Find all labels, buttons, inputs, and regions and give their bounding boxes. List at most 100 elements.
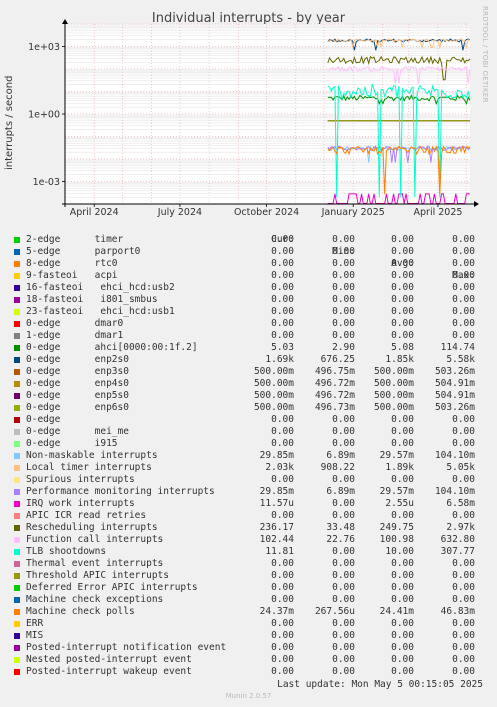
legend-series-name: Thermal event interrupts [26,558,164,569]
legend-avg-value: 0.00 [391,666,414,677]
legend-min-value: 0.00 [332,294,355,305]
legend-series-name: APIC ICR read retries [26,510,147,521]
legend-min-value: 0.00 [332,306,355,317]
legend-min-value: 0.00 [332,234,355,245]
legend-series-name: Machine check exceptions [26,594,164,605]
legend-min-value: 0.00 [332,666,355,677]
legend-cur-value: 0.00 [271,246,294,257]
legend-avg-value: 29.57m [379,450,414,461]
legend-avg-value: 500.00m [373,390,414,401]
legend-row: 0-edge enp5s0 500.00m 496.72m 500.00m 504.91… [12,390,492,402]
legend-row: Posted-interrupt notification event 0.00 0… [12,642,492,654]
legend-max-value: 104.10m [434,486,475,497]
legend-swatch [14,429,20,435]
legend-row: APIC ICR read retries 0.00 0.00 0.00 0.00 [12,510,492,522]
legend-avg-value: 0.00 [391,618,414,629]
legend-max-value: 0.00 [452,570,475,581]
x-tick-label: April 2024 [70,207,119,218]
chart-plot: 1e+03 1e+00 1e-03 April 2024 July 2024 Octob… [28,19,479,218]
legend-swatch [14,597,20,603]
legend-max-value: 0.00 [452,618,475,629]
legend-max-value: 0.00 [452,282,475,293]
y-tick-label: 1e+03 [28,42,60,53]
legend-max-value: 6.58m [446,498,475,509]
legend-cur-value: 0.00 [271,294,294,305]
legend-series-name: 9-fasteoi acpi [26,270,118,281]
legend-series-name: 0-edge enp2s0 [26,354,129,365]
legend-row: 8-edge rtc0 0.00 0.00 0.00 0.00 [12,258,492,270]
legend-min-value: 496.73m [314,402,355,413]
legend-avg-value: 5.08 [391,342,414,353]
legend-row: Deferred Error APIC interrupts 0.00 0.00 0.… [12,582,492,594]
legend-row: 5-edge parport0 0.00 0.00 0.00 0.00 [12,246,492,258]
legend-series-name: 1-edge dmar1 [26,330,124,341]
legend-min-value: 22.76 [326,534,355,545]
x-tick-label: July 2024 [157,207,202,218]
legend-series-name: Rescheduling interrupts [26,522,158,533]
legend-cur-value: 0.00 [271,582,294,593]
legend-cur-value: 500.00m [253,378,294,389]
legend-row: 0-edge i915 0.00 0.00 0.00 0.00 [12,438,492,450]
legend-min-value: 0.00 [332,318,355,329]
legend-series-name: ERR [26,618,44,629]
legend-max-value: 0.00 [452,642,475,653]
legend-max-value: 5.58k [446,354,475,365]
legend-min-value: 496.72m [314,390,355,401]
legend-swatch [14,573,20,579]
legend-series-name: Machine check polls [26,606,135,617]
legend-series-name: MIS [26,630,44,641]
legend-max-value: 503.26m [434,402,475,413]
legend-cur-value: 0.00 [271,426,294,437]
legend-swatch [14,513,20,519]
legend-row: Machine check polls 24.37m 267.56u 24.41m 46… [12,606,492,618]
legend-row: 0-edge enp4s0 500.00m 496.72m 500.00m 504.91… [12,378,492,390]
legend-max-value: 0.00 [452,558,475,569]
legend-avg-value: 0.00 [391,306,414,317]
legend-min-value: 0.00 [332,330,355,341]
legend-swatch [14,609,20,615]
legend-min-value: 0.00 [332,654,355,665]
legend-cur-value: 11.57u [259,498,294,509]
legend-cur-value: 0.00 [271,474,294,485]
legend-min-value: 496.75m [314,366,355,377]
y-tick-label: 1e-03 [33,177,60,188]
legend-avg-value: 0.00 [391,318,414,329]
legend-max-value: 0.00 [452,654,475,665]
legend-min-value: 0.00 [332,438,355,449]
legend-max-value: 0.00 [452,474,475,485]
legend-series-name: Function call interrupts [26,534,164,545]
legend-swatch [14,537,20,543]
legend-min-value: 0.00 [332,246,355,257]
legend-cur-value: 0.00 [271,630,294,641]
legend-avg-value: 0.00 [391,474,414,485]
last-update: Last update: Mon May 5 00:15:05 2025 [277,679,483,690]
legend-swatch [14,261,20,267]
legend-avg-value: 2.55u [385,498,414,509]
legend-series-name: Threshold APIC interrupts [26,570,169,581]
legend-series-name: 0-edge enp3s0 [26,366,129,377]
legend-max-value: 46.83m [440,606,475,617]
legend-avg-value: 1.89k [385,462,414,473]
legend-swatch [14,549,20,555]
legend-swatch [14,369,20,375]
legend-swatch [14,393,20,399]
legend-swatch [14,345,20,351]
legend-swatch [14,285,20,291]
legend-avg-value: 0.00 [391,414,414,425]
legend-swatch [14,441,20,447]
legend-series-name: Posted-interrupt notification event [26,642,227,653]
legend-cur-value: 0.00 [271,330,294,341]
legend-avg-value: 0.00 [391,258,414,269]
legend-avg-value: 0.00 [391,270,414,281]
legend-series-name: Spurious interrupts [26,474,135,485]
legend-max-value: 0.00 [452,582,475,593]
x-ticks: April 2024 July 2024 October 2024 January 2… [70,204,462,218]
legend-row: Function call interrupts 102.44 22.76 100.9… [12,534,492,546]
legend-swatch [14,333,20,339]
legend-avg-value: 0.00 [391,642,414,653]
legend-swatch [14,405,20,411]
legend-cur-value: 29.85m [259,486,294,497]
legend-cur-value: 0.00 [271,270,294,281]
legend-min-value: 0.00 [332,258,355,269]
legend-swatch [14,621,20,627]
